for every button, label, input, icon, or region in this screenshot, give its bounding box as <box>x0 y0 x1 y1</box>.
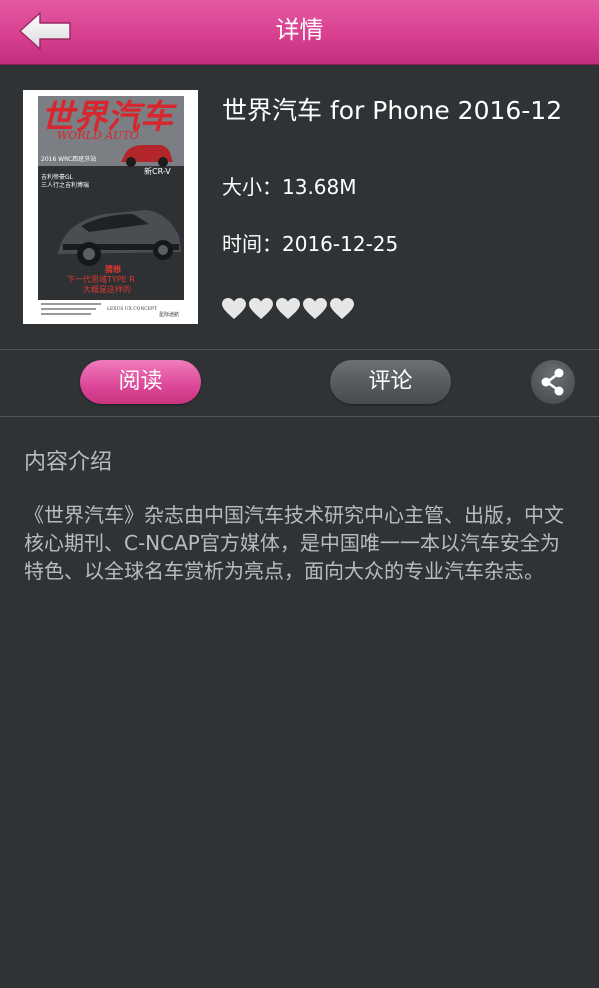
rating-hearts[interactable] <box>221 297 355 321</box>
cover-headline: 大概是这样的 <box>83 284 131 294</box>
cover-footer: LEXUS UX CONCEPT <box>107 306 157 312</box>
intro-description: 《世界汽车》杂志由中国汽车技术研究中心主管、出版，中文核心期刊、C-NCAP官方… <box>24 503 564 583</box>
cover-badge: 新CR-V <box>144 166 171 176</box>
top-bar: 详情 <box>0 0 599 65</box>
magazine-detail: 世界汽车 WORLD AUTO 2016 WRC西班牙站 吉利帝豪GL 三人行之… <box>0 65 599 350</box>
magazine-cover[interactable]: 世界汽车 WORLD AUTO 2016 WRC西班牙站 吉利帝豪GL 三人行之… <box>23 90 198 324</box>
cover-headline: 下一代思域TYPE R <box>67 274 135 284</box>
publish-time: 时间：2016-12-25 <box>222 232 399 256</box>
cover-line: 吉利帝豪GL <box>41 173 74 181</box>
magazine-title: 世界汽车 for Phone 2016-12 <box>222 96 563 125</box>
intro-heading: 内容介绍 <box>24 450 113 475</box>
action-bar: 阅读 评论 <box>0 350 599 417</box>
cover-line: 三人行之吉利博瑞 <box>41 181 89 189</box>
share-icon <box>541 368 564 396</box>
page-title: 详情 <box>275 16 324 44</box>
file-size: 大小：13.68M <box>222 175 357 199</box>
heart-icon[interactable] <box>221 297 247 321</box>
heart-icon[interactable] <box>248 297 274 321</box>
cover-footer: 星际迷航 <box>159 311 179 318</box>
comment-button[interactable]: 评论 <box>330 360 451 404</box>
cover-image: 世界汽车 WORLD AUTO 2016 WRC西班牙站 吉利帝豪GL 三人行之… <box>23 90 198 324</box>
cover-line: 2016 WRC西班牙站 <box>41 155 96 163</box>
share-button[interactable] <box>531 360 575 404</box>
heart-icon[interactable] <box>329 297 355 321</box>
heart-icon[interactable] <box>275 297 301 321</box>
read-button[interactable]: 阅读 <box>80 360 201 404</box>
cover-headline: 猜想 <box>104 264 121 274</box>
cover-masthead-en: WORLD AUTO <box>57 129 139 142</box>
heart-icon[interactable] <box>302 297 328 321</box>
